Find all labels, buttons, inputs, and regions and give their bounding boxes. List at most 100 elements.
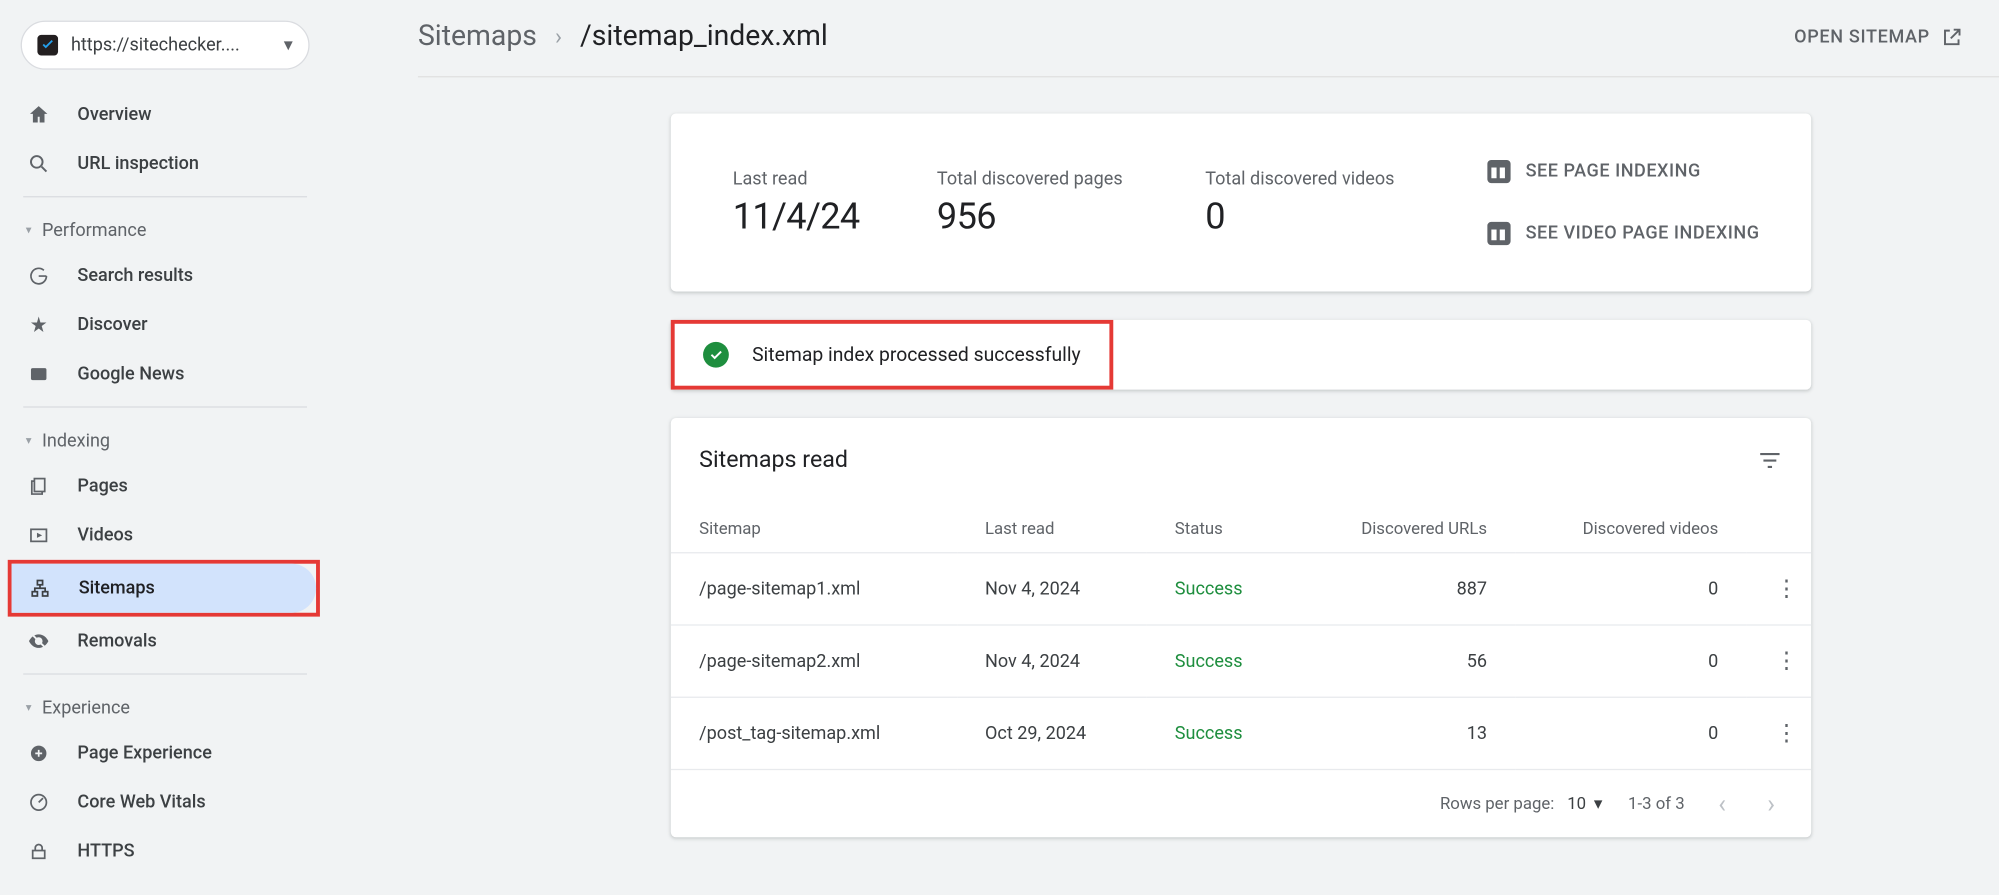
- link-label: SEE VIDEO PAGE INDEXING: [1526, 223, 1760, 244]
- video-icon: [26, 525, 52, 546]
- rows-per-page-value: 10: [1567, 794, 1586, 813]
- breadcrumb-current: /sitemap_index.xml: [580, 21, 828, 53]
- annotation-highlight-sitemaps: Sitemaps: [8, 560, 320, 617]
- section-label: Experience: [42, 698, 130, 719]
- nav-label: HTTPS: [77, 841, 134, 862]
- property-selector[interactable]: https://sitechecker.... ▾: [21, 21, 310, 70]
- nav-https[interactable]: HTTPS: [10, 827, 320, 876]
- row-menu-button[interactable]: ⋮: [1775, 648, 1798, 675]
- collapse-icon: ▾: [26, 702, 32, 715]
- nav-videos[interactable]: Videos: [10, 511, 320, 560]
- collapse-icon: ▾: [26, 435, 32, 448]
- see-video-page-indexing-link[interactable]: ▮▮ SEE VIDEO PAGE INDEXING: [1487, 222, 1760, 245]
- nav-label: URL inspection: [77, 154, 199, 175]
- nav-label: Removals: [77, 631, 156, 652]
- cell-urls: 887: [1296, 553, 1515, 625]
- stat-value: 0: [1205, 194, 1394, 237]
- stat-total-pages: Total discovered pages 956: [937, 168, 1123, 236]
- cell-last-read: Nov 4, 2024: [957, 625, 1147, 697]
- section-experience[interactable]: ▾ Experience: [10, 682, 320, 728]
- table-head-row: Sitemap Last read Status Discovered URLs…: [671, 507, 1811, 553]
- table-title: Sitemaps read: [699, 446, 848, 473]
- chevron-right-icon: ›: [555, 23, 562, 50]
- col-discovered-urls[interactable]: Discovered URLs: [1296, 507, 1515, 553]
- stats-card: Last read 11/4/24 Total discovered pages…: [671, 114, 1811, 292]
- check-circle-icon: [703, 342, 729, 368]
- filter-button[interactable]: [1757, 447, 1783, 473]
- nav-core-web-vitals[interactable]: Core Web Vitals: [10, 778, 320, 827]
- nav-label: Search results: [77, 266, 193, 287]
- cell-status: Success: [1146, 697, 1296, 769]
- breadcrumb: Sitemaps › /sitemap_index.xml: [418, 21, 828, 53]
- nav-label: Pages: [77, 476, 127, 497]
- pagination-range: 1-3 of 3: [1628, 794, 1685, 813]
- sitemaps-table-card: Sitemaps read Sitemap Last read Status D…: [671, 418, 1811, 837]
- table-row[interactable]: /post_tag-sitemap.xml Oct 29, 2024 Succe…: [671, 697, 1811, 769]
- rows-per-page-label: Rows per page:: [1440, 794, 1554, 813]
- row-menu-button[interactable]: ⋮: [1775, 575, 1798, 602]
- divider: [23, 406, 307, 407]
- nav-url-inspection[interactable]: URL inspection: [10, 139, 320, 188]
- nav-removals[interactable]: Removals: [10, 617, 320, 666]
- pages-icon: [26, 476, 52, 497]
- annotation-highlight-status: Sitemap index processed successfully: [671, 320, 1113, 390]
- nav-overview[interactable]: Overview: [10, 90, 320, 139]
- nav-label: Sitemaps: [79, 578, 155, 599]
- caret-down-icon: ▾: [284, 35, 293, 56]
- external-link-icon: [1940, 25, 1963, 48]
- removals-icon: [26, 630, 52, 653]
- cell-sitemap: /post_tag-sitemap.xml: [671, 697, 957, 769]
- cell-videos: 0: [1515, 553, 1746, 625]
- col-last-read[interactable]: Last read: [957, 507, 1147, 553]
- plus-circle-icon: [26, 743, 52, 764]
- prev-page-button[interactable]: ‹: [1710, 788, 1733, 819]
- discover-icon: [26, 315, 52, 336]
- nav-pages[interactable]: Pages: [10, 462, 320, 511]
- stat-last-read: Last read 11/4/24: [733, 168, 860, 236]
- bar-chart-icon: ▮▮: [1487, 222, 1510, 245]
- caret-down-icon: ▾: [1594, 794, 1602, 813]
- status-card: Sitemap index processed successfully: [671, 320, 1811, 390]
- nav-search-results[interactable]: Search results: [10, 252, 320, 301]
- nav-page-experience[interactable]: Page Experience: [10, 729, 320, 778]
- stat-value: 956: [937, 194, 1123, 237]
- rows-per-page: Rows per page: 10 ▾: [1440, 794, 1602, 813]
- col-status[interactable]: Status: [1146, 507, 1296, 553]
- row-menu-button[interactable]: ⋮: [1775, 720, 1798, 747]
- section-performance[interactable]: ▾ Performance: [10, 205, 320, 251]
- sitemap-icon: [27, 578, 53, 599]
- stat-label: Last read: [733, 168, 860, 189]
- breadcrumb-root[interactable]: Sitemaps: [418, 21, 537, 53]
- link-label: SEE PAGE INDEXING: [1526, 161, 1701, 182]
- section-indexing[interactable]: ▾ Indexing: [10, 415, 320, 461]
- see-page-indexing-link[interactable]: ▮▮ SEE PAGE INDEXING: [1487, 160, 1760, 183]
- cell-videos: 0: [1515, 697, 1746, 769]
- next-page-button[interactable]: ›: [1760, 788, 1783, 819]
- lock-icon: [26, 841, 52, 862]
- nav-google-news[interactable]: Google News: [10, 350, 320, 399]
- cell-sitemap: /page-sitemap2.xml: [671, 625, 957, 697]
- rows-per-page-select[interactable]: 10 ▾: [1567, 794, 1602, 813]
- indexing-links: ▮▮ SEE PAGE INDEXING ▮▮ SEE VIDEO PAGE I…: [1487, 160, 1760, 245]
- table-row[interactable]: /page-sitemap1.xml Nov 4, 2024 Success 8…: [671, 553, 1811, 625]
- col-sitemap[interactable]: Sitemap: [671, 507, 957, 553]
- nav-label: Page Experience: [77, 743, 212, 764]
- cell-sitemap: /page-sitemap1.xml: [671, 553, 957, 625]
- nav-discover[interactable]: Discover: [10, 301, 320, 350]
- stat-value: 11/4/24: [733, 194, 860, 237]
- divider: [23, 196, 307, 197]
- nav-label: Overview: [77, 104, 151, 125]
- stat-total-videos: Total discovered videos 0: [1205, 168, 1394, 236]
- nav-label: Google News: [77, 364, 184, 385]
- nav-sitemaps[interactable]: Sitemaps: [12, 564, 316, 613]
- sitemaps-table: Sitemap Last read Status Discovered URLs…: [671, 507, 1811, 770]
- site-favicon: [37, 35, 58, 56]
- open-sitemap-button[interactable]: OPEN SITEMAP: [1794, 25, 1963, 48]
- cell-status: Success: [1146, 553, 1296, 625]
- col-discovered-videos[interactable]: Discovered videos: [1515, 507, 1746, 553]
- cell-urls: 13: [1296, 697, 1515, 769]
- table-row[interactable]: /page-sitemap2.xml Nov 4, 2024 Success 5…: [671, 625, 1811, 697]
- nav-label: Core Web Vitals: [77, 792, 205, 813]
- section-label: Indexing: [42, 431, 110, 452]
- page-header: Sitemaps › /sitemap_index.xml OPEN SITEM…: [418, 0, 1999, 77]
